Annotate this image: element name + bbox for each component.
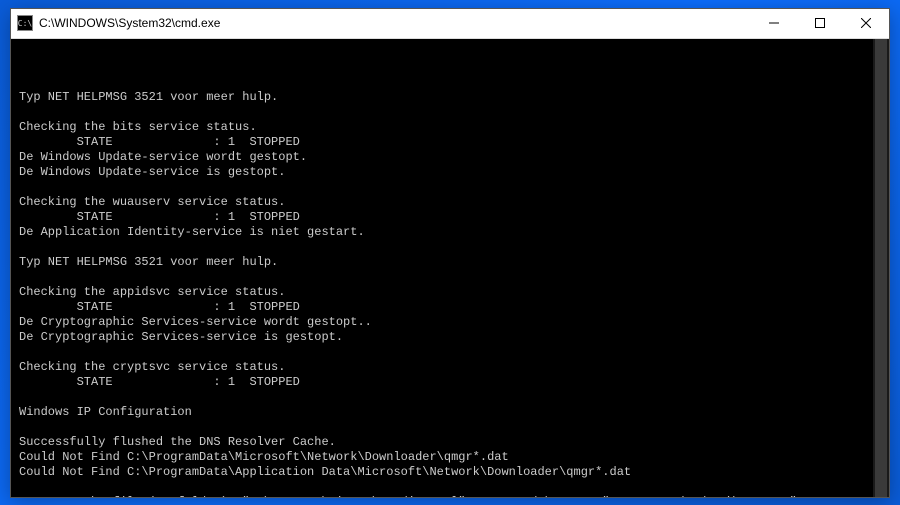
- window-title: C:\WINDOWS\System32\cmd.exe: [39, 16, 751, 30]
- scrollbar-track[interactable]: [873, 39, 889, 497]
- terminal-line: Windows IP Configuration: [19, 405, 881, 420]
- terminal-line: De Cryptographic Services-service wordt …: [19, 315, 881, 330]
- cmd-window: C:\ C:\WINDOWS\System32\cmd.exe Typ NET …: [10, 8, 890, 498]
- cmd-icon: C:\: [17, 15, 33, 31]
- terminal-line: Checking the bits service status.: [19, 120, 881, 135]
- terminal-line: [19, 240, 881, 255]
- minimize-icon: [769, 18, 779, 28]
- maximize-button[interactable]: [797, 9, 843, 38]
- terminal-line: De Application Identity-service is niet …: [19, 225, 881, 240]
- window-controls: [751, 9, 889, 38]
- terminal-line: [19, 180, 881, 195]
- terminal-line: De Windows Update-service is gestopt.: [19, 165, 881, 180]
- titlebar[interactable]: C:\ C:\WINDOWS\System32\cmd.exe: [11, 9, 889, 39]
- terminal-line: STATE : 1 STOPPED: [19, 300, 881, 315]
- terminal-line: Could Not Find C:\ProgramData\Applicatio…: [19, 465, 881, 480]
- terminal-line: SUCCESS: The file (or folder): "C:\WINDO…: [19, 495, 881, 497]
- terminal-line: De Cryptographic Services-service is ges…: [19, 330, 881, 345]
- terminal-line: Typ NET HELPMSG 3521 voor meer hulp.: [19, 255, 881, 270]
- close-button[interactable]: [843, 9, 889, 38]
- terminal-line: Checking the wuauserv service status.: [19, 195, 881, 210]
- terminal-output[interactable]: Typ NET HELPMSG 3521 voor meer hulp. Che…: [11, 39, 889, 497]
- terminal-line: STATE : 1 STOPPED: [19, 210, 881, 225]
- terminal-line: Checking the appidsvc service status.: [19, 285, 881, 300]
- terminal-line: [19, 105, 881, 120]
- terminal-line: De Windows Update-service wordt gestopt.: [19, 150, 881, 165]
- terminal-line: Could Not Find C:\ProgramData\Microsoft\…: [19, 450, 881, 465]
- terminal-line: STATE : 1 STOPPED: [19, 135, 881, 150]
- terminal-line: [19, 420, 881, 435]
- terminal-line: [19, 345, 881, 360]
- terminal-line: [19, 75, 881, 90]
- terminal-line: Typ NET HELPMSG 3521 voor meer hulp.: [19, 90, 881, 105]
- terminal-line: Successfully flushed the DNS Resolver Ca…: [19, 435, 881, 450]
- close-icon: [861, 18, 871, 28]
- scrollbar-thumb[interactable]: [875, 39, 887, 497]
- terminal-line: [19, 390, 881, 405]
- terminal-line: Checking the cryptsvc service status.: [19, 360, 881, 375]
- terminal-line: [19, 480, 881, 495]
- terminal-line: [19, 270, 881, 285]
- minimize-button[interactable]: [751, 9, 797, 38]
- maximize-icon: [815, 18, 825, 28]
- terminal-line: STATE : 1 STOPPED: [19, 375, 881, 390]
